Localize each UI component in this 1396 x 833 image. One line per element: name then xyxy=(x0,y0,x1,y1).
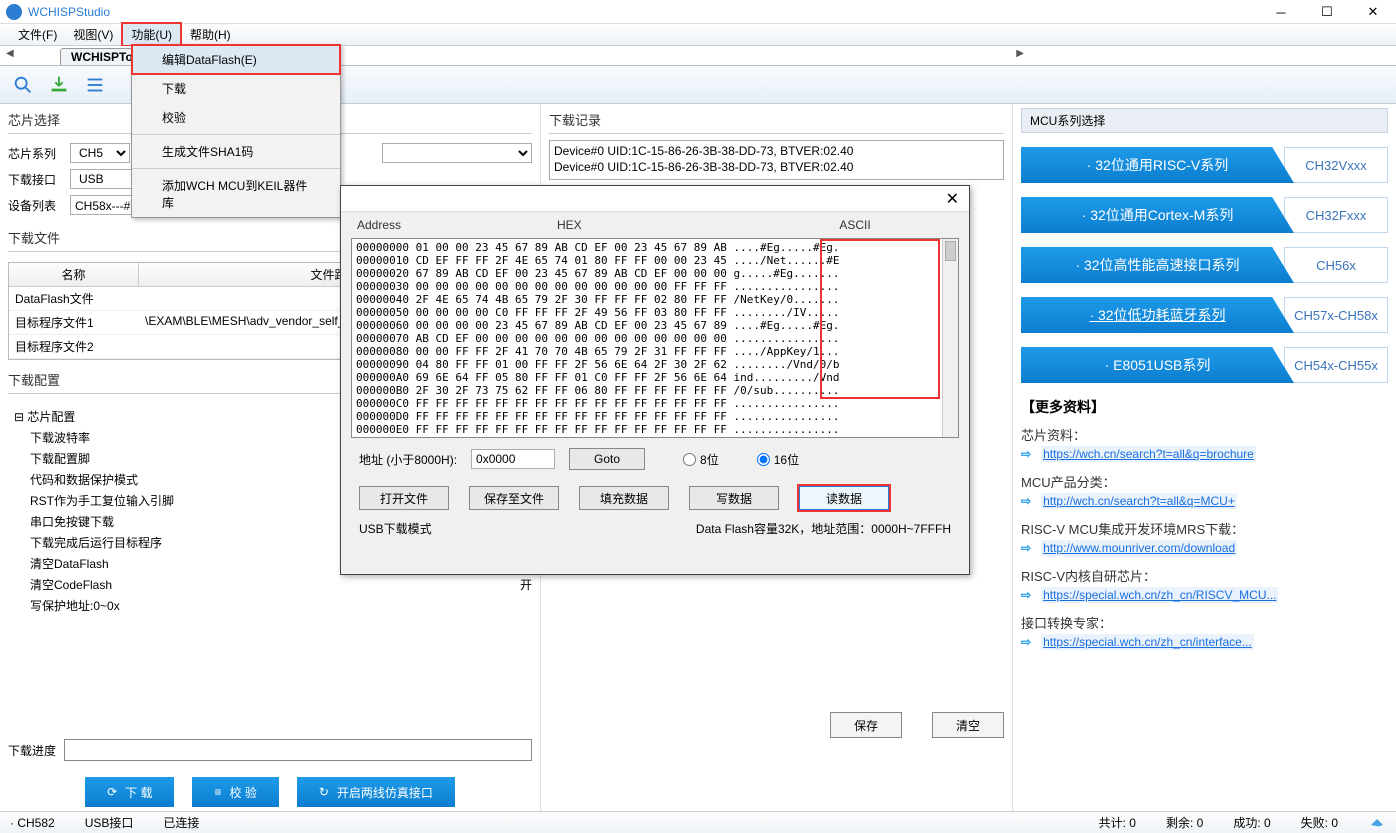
status-fail: 失败: 0 xyxy=(1301,814,1338,831)
device-list-label: 设备列表 xyxy=(8,197,64,214)
progress-bar xyxy=(64,739,532,761)
cfg-wp[interactable]: 写保护地址:0~0x xyxy=(8,595,532,616)
link-arrow-icon: ⇨ xyxy=(1021,635,1031,649)
chip-doc-link[interactable]: https://wch.cn/search?t=all&q=brochure xyxy=(1041,446,1256,462)
clear-log-button[interactable]: 清空 xyxy=(932,712,1004,738)
menu-gen-sha1[interactable]: 生成文件SHA1码 xyxy=(132,137,340,166)
iface-expert-label: 接口转换专家： xyxy=(1021,613,1388,632)
download-iface-label: 下载接口 xyxy=(8,171,64,188)
menu-add-mcu[interactable]: 添加WCH MCU到KEIL器件库 xyxy=(132,171,340,217)
goto-button[interactable]: Goto xyxy=(569,448,645,470)
addr-input[interactable] xyxy=(471,449,555,469)
col-ascii: ASCII xyxy=(757,218,953,232)
mrs-link[interactable]: http://www.mounriver.com/download xyxy=(1041,540,1237,556)
verify-button[interactable]: ≡校 验 xyxy=(192,777,278,807)
link-arrow-icon: ⇨ xyxy=(1021,447,1031,461)
hex-scrollbar[interactable] xyxy=(942,239,958,437)
mcu-series-title: MCU系列选择 xyxy=(1021,108,1388,133)
mcu-cat-label: MCU产品分类： xyxy=(1021,472,1388,491)
mcu-cat-link[interactable]: http://wch.cn/search?t=all&q=MCU+ xyxy=(1041,493,1237,509)
hex-view[interactable]: 00000000 01 00 00 23 45 67 89 AB CD EF 0… xyxy=(351,238,959,438)
more-title: 【更多资料】 xyxy=(1021,397,1388,417)
mcu-e8051[interactable]: · E8051USB系列CH54x-CH55x xyxy=(1021,347,1388,383)
window-title: WCHISPStudio xyxy=(28,5,110,19)
iface-expert-link[interactable]: https://special.wch.cn/zh_cn/interface..… xyxy=(1041,634,1254,650)
cfg-clr-cf[interactable]: 清空CodeFlash开 xyxy=(8,574,532,595)
addr-label: 地址 (小于8000H): xyxy=(359,451,457,468)
link-arrow-icon: ⇨ xyxy=(1021,494,1031,508)
twowire-button[interactable]: ↻开启两线仿真接口 xyxy=(297,777,455,807)
close-button[interactable]: ✕ xyxy=(1350,0,1396,24)
log-title: 下载记录 xyxy=(549,108,1004,131)
eraser-icon[interactable] xyxy=(1368,816,1386,830)
tab-scroll-left-icon[interactable]: ◀ xyxy=(6,48,14,59)
radio-8bit[interactable]: 8位 xyxy=(683,451,719,468)
dl-mode: USB下载模式 xyxy=(359,520,432,537)
mcu-riscv[interactable]: · 32位通用RISC-V系列CH32Vxxx xyxy=(1021,147,1388,183)
menu-help[interactable]: 帮助(H) xyxy=(182,24,239,45)
function-menu-dropdown: 编辑DataFlash(E) 下载 校验 生成文件SHA1码 添加WCH MCU… xyxy=(131,44,341,218)
dialog-close-icon[interactable]: ✕ xyxy=(946,189,959,209)
tab-scroll-right-icon[interactable]: ▶ xyxy=(1016,48,1024,59)
toolbar-list-icon[interactable] xyxy=(78,70,112,100)
menu-view[interactable]: 视图(V) xyxy=(65,24,121,45)
toolbar-download-icon[interactable] xyxy=(42,70,76,100)
riscv-core-link[interactable]: https://special.wch.cn/zh_cn/RISCV_MCU..… xyxy=(1041,587,1278,603)
maximize-button[interactable]: ☐ xyxy=(1304,0,1350,24)
status-conn: 已连接 xyxy=(163,814,199,831)
status-iface: USB接口 xyxy=(85,814,134,831)
mcu-ble[interactable]: · 32位低功耗蓝牙系列CH57x-CH58x xyxy=(1021,297,1388,333)
menu-item-download[interactable]: 下载 xyxy=(132,74,340,103)
chip-series-select[interactable]: CH5 xyxy=(70,143,130,163)
toolbar-search-icon[interactable] xyxy=(6,70,40,100)
chip-doc-label: 芯片资料： xyxy=(1021,425,1388,444)
log-box: Device#0 UID:1C-15-86-26-3B-38-DD-73, BT… xyxy=(549,140,1004,180)
menu-item-verify[interactable]: 校验 xyxy=(132,103,340,132)
flash-cap: Data Flash容量32K，地址范围：0000H~7FFFH xyxy=(696,520,951,537)
col-name: 名称 xyxy=(9,263,139,286)
status-ok: 成功: 0 xyxy=(1233,814,1270,831)
download-button[interactable]: ⟳下 载 xyxy=(85,777,174,807)
menu-file[interactable]: 文件(F) xyxy=(10,24,65,45)
chip-model-select[interactable] xyxy=(382,143,532,163)
link-arrow-icon: ⇨ xyxy=(1021,588,1031,602)
progress-label: 下载进度 xyxy=(8,742,56,759)
fill-data-button[interactable]: 填充数据 xyxy=(579,486,669,510)
mcu-hispeed[interactable]: · 32位高性能高速接口系列CH56x xyxy=(1021,247,1388,283)
mrs-label: RISC-V MCU集成开发环境MRS下载： xyxy=(1021,519,1388,538)
read-data-button[interactable]: 读数据 xyxy=(799,486,889,510)
open-file-button[interactable]: 打开文件 xyxy=(359,486,449,510)
status-chip: · CH582 xyxy=(10,816,55,830)
status-total: 共计: 0 xyxy=(1099,814,1136,831)
save-log-button[interactable]: 保存 xyxy=(830,712,902,738)
col-hex: HEX xyxy=(557,218,757,232)
ascii-highlight xyxy=(820,239,940,399)
chip-series-label: 芯片系列 xyxy=(8,145,64,162)
app-logo-icon xyxy=(6,4,22,20)
save-file-button[interactable]: 保存至文件 xyxy=(469,486,559,510)
status-remain: 剩余: 0 xyxy=(1166,814,1203,831)
write-data-button[interactable]: 写数据 xyxy=(689,486,779,510)
link-arrow-icon: ⇨ xyxy=(1021,541,1031,555)
menu-edit-dataflash[interactable]: 编辑DataFlash(E) xyxy=(131,44,341,75)
col-address: Address xyxy=(357,218,557,232)
dataflash-dialog: ✕ Address HEX ASCII 00000000 01 00 00 23… xyxy=(340,185,970,575)
radio-16bit[interactable]: 16位 xyxy=(757,451,799,468)
minimize-button[interactable]: ─ xyxy=(1258,0,1304,24)
mcu-cortexm[interactable]: · 32位通用Cortex-M系列CH32Fxxx xyxy=(1021,197,1388,233)
riscv-core-label: RISC-V内核自研芯片： xyxy=(1021,566,1388,585)
